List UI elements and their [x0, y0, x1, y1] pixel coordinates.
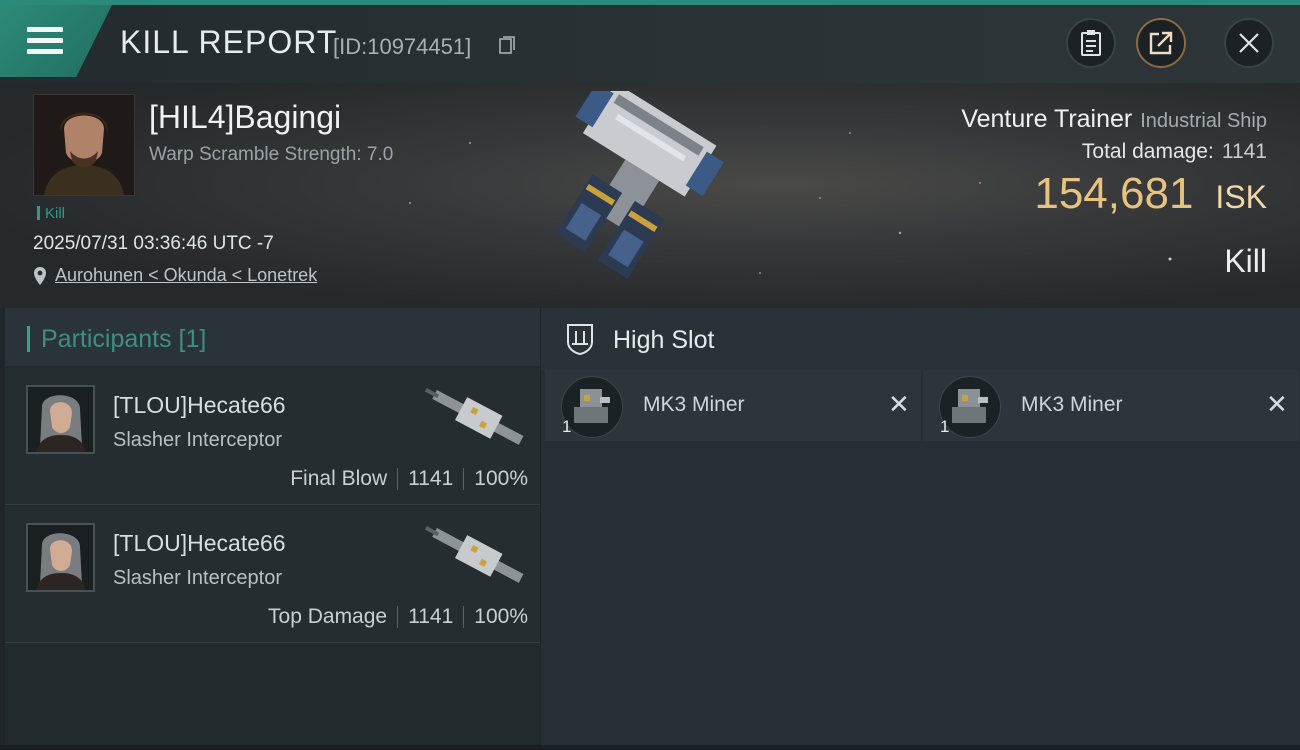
- participant-ship: Slasher Interceptor: [113, 567, 282, 589]
- kill-outcome: Kill: [1224, 243, 1267, 279]
- page-title: KILL REPORT: [120, 24, 338, 60]
- victim-ship-render: [555, 91, 724, 279]
- clipboard-button[interactable]: [1066, 18, 1116, 68]
- participant-portrait[interactable]: [26, 523, 95, 592]
- victim-ship-class: Industrial Ship: [1140, 110, 1267, 132]
- isk-unit: ISK: [1215, 179, 1267, 215]
- warp-scramble-strength: Warp Scramble Strength: 7.0: [149, 144, 394, 165]
- participant-ship-render: [424, 526, 524, 583]
- fitting-panel: High Slot 1 MK3 Miner ✕ 1 MK3 Miner ✕: [541, 308, 1300, 745]
- victim-ship-info: Venture Trainer Industrial Ship: [961, 105, 1267, 134]
- divider: [463, 606, 465, 628]
- kill-tag: Kill: [37, 205, 65, 222]
- isk-value-row: 154,681 ISK: [1034, 169, 1267, 219]
- participant-row[interactable]: [TLOU]Hecate66 Slasher Interceptor Top D…: [5, 506, 540, 643]
- share-button[interactable]: [1136, 18, 1186, 68]
- kill-timestamp: 2025/07/31 03:36:46 UTC -7: [33, 233, 274, 254]
- total-damage-value: 1141: [1221, 140, 1267, 163]
- participant-role: Top Damage: [268, 605, 388, 628]
- total-damage: Total damage: 1141: [1082, 140, 1267, 164]
- participant-stats: Top Damage 1141 100%: [268, 605, 528, 629]
- participants-panel: Participants [1] [TLOU]Hecate66 Slasher …: [5, 308, 540, 745]
- divider: [397, 606, 399, 628]
- bottom-edge: [0, 745, 1300, 750]
- participant-portrait[interactable]: [26, 385, 95, 454]
- menu-icon: [27, 27, 63, 55]
- victim-ship-name[interactable]: Venture Trainer: [961, 105, 1132, 133]
- kill-summary-banner: [HIL4]Bagingi Warp Scramble Strength: 7.…: [0, 83, 1300, 308]
- participant-percent: 100%: [474, 605, 528, 628]
- participant-role: Final Blow: [290, 467, 388, 490]
- participant-damage: 1141: [408, 467, 454, 490]
- participants-title: Participants [1]: [41, 325, 207, 353]
- participant-ship-render: [424, 388, 524, 445]
- remove-icon[interactable]: ✕: [1266, 390, 1288, 420]
- participant-name[interactable]: [TLOU]Hecate66: [113, 530, 286, 557]
- module-item[interactable]: 1 MK3 Miner ✕: [545, 370, 921, 441]
- high-slot-header: High Slot: [541, 308, 1300, 370]
- participant-percent: 100%: [474, 467, 528, 490]
- divider: [463, 468, 465, 490]
- divider: [397, 468, 399, 490]
- victim-pilot-name[interactable]: [HIL4]Bagingi: [149, 99, 341, 136]
- isk-value: 154,681: [1034, 169, 1194, 218]
- header-accent-bar: [27, 326, 30, 352]
- location-pin-icon: [34, 266, 46, 285]
- high-slot-icon: [567, 324, 593, 356]
- participant-row[interactable]: [TLOU]Hecate66 Slasher Interceptor Final…: [5, 368, 540, 505]
- copy-icon[interactable]: [499, 36, 515, 54]
- participants-header: Participants [1]: [5, 308, 540, 366]
- module-quantity: 1: [562, 417, 572, 436]
- kill-location[interactable]: Aurohunen < Okunda < Lonetrek: [33, 265, 317, 286]
- location-link[interactable]: Aurohunen < Okunda < Lonetrek: [55, 265, 317, 286]
- report-id: [ID:10974451]: [333, 34, 472, 59]
- module-item[interactable]: 1 MK3 Miner ✕: [923, 370, 1299, 441]
- clipboard-icon: [1081, 30, 1101, 56]
- remove-icon[interactable]: ✕: [888, 390, 910, 420]
- slot-title: High Slot: [613, 326, 715, 354]
- close-button[interactable]: [1224, 18, 1274, 68]
- module-name: MK3 Miner: [643, 393, 745, 416]
- total-damage-label: Total damage:: [1081, 140, 1214, 163]
- participant-damage: 1141: [408, 605, 454, 628]
- participant-stats: Final Blow 1141 100%: [290, 467, 528, 491]
- participant-name[interactable]: [TLOU]Hecate66: [113, 392, 286, 419]
- module-name: MK3 Miner: [1021, 393, 1123, 416]
- participant-ship: Slasher Interceptor: [113, 429, 282, 451]
- module-quantity: 1: [940, 417, 950, 436]
- victim-portrait[interactable]: [33, 94, 135, 196]
- close-icon: [1239, 33, 1259, 53]
- share-icon: [1149, 31, 1173, 55]
